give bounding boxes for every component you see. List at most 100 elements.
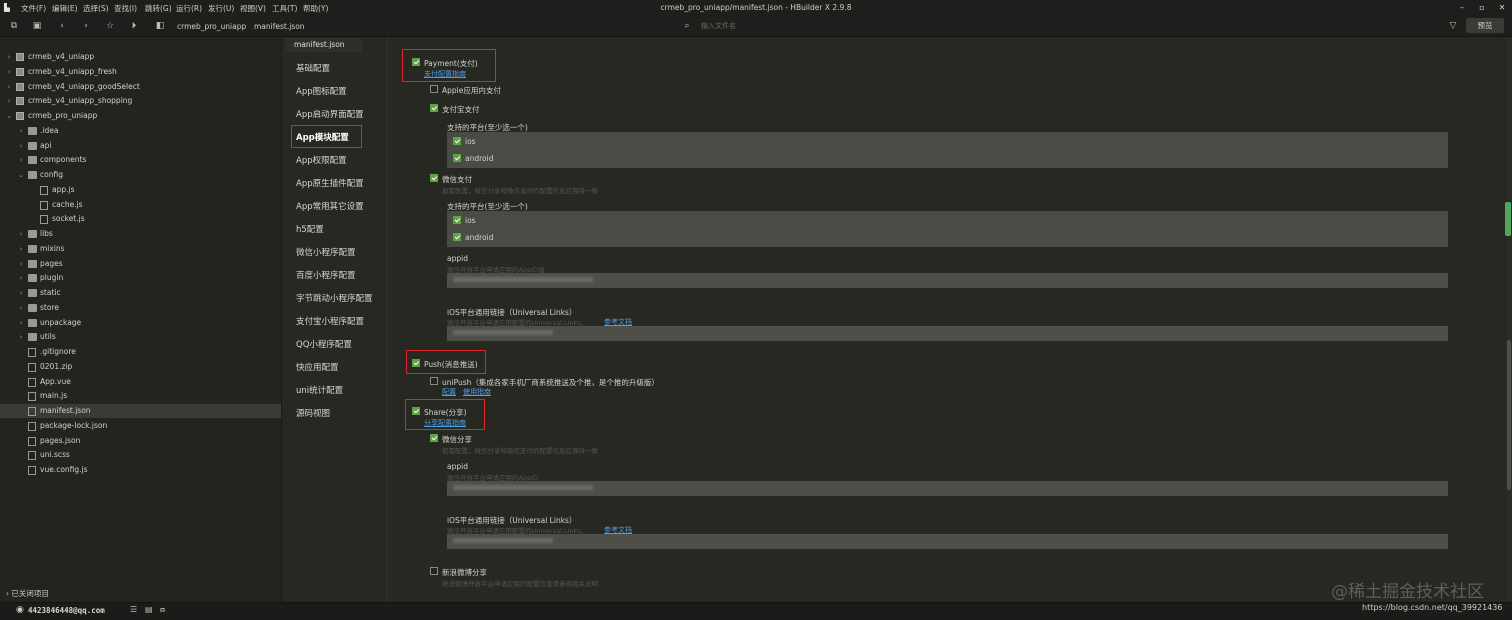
nav-item[interactable]: 微信小程序配置	[296, 246, 356, 258]
list-icon[interactable]: ☰	[130, 605, 137, 614]
closed-projects[interactable]: › 已关闭项目	[6, 588, 49, 599]
tree-item[interactable]: › static	[0, 286, 281, 300]
nav-item[interactable]: App权限配置	[296, 154, 347, 166]
chevron-right-icon[interactable]: ›	[17, 286, 25, 300]
tree-item[interactable]: › mixins	[0, 242, 281, 256]
tree-item[interactable]: › store	[0, 301, 281, 315]
tree-item[interactable]: › crmeb_v4_uniapp	[0, 50, 281, 64]
nav-item[interactable]: 字节跳动小程序配置	[296, 292, 373, 304]
alipay-ios-checkbox[interactable]	[453, 137, 461, 145]
nav-item[interactable]: 源码视图	[296, 407, 330, 419]
tree-item[interactable]: › crmeb_v4_uniapp_goodSelect	[0, 80, 281, 94]
tree-item[interactable]: ⌄ crmeb_pro_uniapp	[0, 109, 281, 123]
tree-item[interactable]: › components	[0, 153, 281, 167]
tree-item[interactable]: vue.config.js	[0, 463, 281, 477]
wechat-share-appid-input[interactable]	[447, 481, 1448, 496]
nav-item[interactable]: 基础配置	[296, 62, 330, 74]
nav-item[interactable]: App常用其它设置	[296, 200, 364, 212]
chevron-right-icon[interactable]: ›	[5, 65, 13, 79]
chevron-right-icon[interactable]: ›	[5, 94, 13, 108]
nav-item[interactable]: QQ小程序配置	[296, 338, 352, 350]
nav-item[interactable]: App图标配置	[296, 85, 347, 97]
apple-pay-checkbox[interactable]	[430, 85, 438, 93]
nav-item[interactable]: h5配置	[296, 223, 324, 235]
tree-item[interactable]: › unpackage	[0, 316, 281, 330]
tree-item[interactable]: › crmeb_v4_uniapp_shopping	[0, 94, 281, 108]
nav-item[interactable]: 支付宝小程序配置	[296, 315, 364, 327]
tree-item[interactable]: › pages	[0, 257, 281, 271]
wechat-share-checkbox[interactable]	[430, 434, 438, 442]
nav-item[interactable]: 快应用配置	[296, 361, 339, 373]
chevron-right-icon[interactable]: ›	[17, 301, 25, 315]
chevron-right-icon[interactable]: ›	[17, 316, 25, 330]
tree-item[interactable]: uni.scss	[0, 448, 281, 462]
chevron-down-icon[interactable]: ⌄	[5, 109, 13, 123]
chevron-right-icon[interactable]: ›	[17, 242, 25, 256]
forward-icon[interactable]: ›	[80, 20, 92, 32]
tree-item[interactable]: cache.js	[0, 198, 281, 212]
file-search-input[interactable]: 输入文件名	[701, 21, 901, 32]
nav-item[interactable]: App启动界面配置	[296, 108, 364, 120]
user-account[interactable]: 4423846448@qq.com	[28, 606, 105, 615]
restore-icon[interactable]: ▫	[1476, 2, 1488, 14]
alipay-checkbox[interactable]	[430, 104, 438, 112]
nav-item[interactable]: 百度小程序配置	[296, 269, 356, 281]
tree-item[interactable]: package-lock.json	[0, 419, 281, 433]
alipay-android-checkbox[interactable]	[453, 154, 461, 162]
chevron-right-icon[interactable]: ›	[17, 153, 25, 167]
chevron-right-icon[interactable]: ›	[5, 80, 13, 94]
editor-scrollbar-thumb[interactable]	[1507, 340, 1511, 490]
tree-item[interactable]: main.js	[0, 389, 281, 403]
chevron-right-icon[interactable]: ›	[5, 50, 13, 64]
chevron-right-icon[interactable]: ›	[17, 257, 25, 271]
chevron-right-icon[interactable]: ›	[17, 330, 25, 344]
tree-item[interactable]: ⌄ config	[0, 168, 281, 182]
tree-item[interactable]: manifest.json	[0, 404, 281, 418]
wechat-pay-ios-checkbox[interactable]	[453, 216, 461, 224]
chevron-right-icon[interactable]: ›	[17, 139, 25, 153]
wechat-pay-android-checkbox[interactable]	[453, 233, 461, 241]
close-icon[interactable]: ✕	[1496, 2, 1508, 14]
chevron-right-icon[interactable]: ›	[17, 227, 25, 241]
unipush-guide-link[interactable]: 使用指南	[463, 387, 491, 397]
tree-item[interactable]: › crmeb_v4_uniapp_fresh	[0, 65, 281, 79]
chevron-right-icon[interactable]: ›	[17, 271, 25, 285]
tab-manifest[interactable]: manifest.json	[286, 38, 362, 52]
breadcrumb-file[interactable]: manifest.json	[254, 22, 305, 31]
wechat-pay-appid-input[interactable]	[447, 273, 1448, 288]
breadcrumb-project[interactable]: crmeb_pro_uniapp	[177, 22, 246, 31]
editor-scrollbar[interactable]	[1506, 37, 1512, 602]
minimize-icon[interactable]: –	[1456, 2, 1468, 14]
wechat-pay-checkbox[interactable]	[430, 174, 438, 182]
chevron-down-icon[interactable]: ⌄	[17, 168, 25, 182]
tree-item[interactable]: pages.json	[0, 434, 281, 448]
tree-item[interactable]: › api	[0, 139, 281, 153]
nav-item[interactable]: App原生插件配置	[296, 177, 364, 189]
preview-button[interactable]: 预览	[1466, 18, 1504, 33]
wechat-share-ulinks-input[interactable]	[447, 534, 1448, 549]
tree-item[interactable]: › .idea	[0, 124, 281, 138]
tree-item[interactable]: 0201.zip	[0, 360, 281, 374]
tree-item[interactable]: App.vue	[0, 375, 281, 389]
run-icon[interactable]: ⏵	[128, 20, 140, 32]
terminal-icon[interactable]: ▤	[145, 605, 153, 614]
new-file-icon[interactable]: ⧉	[8, 20, 20, 32]
unipush-config-link[interactable]: 配置	[442, 387, 456, 397]
filter-icon[interactable]: ▽	[1447, 20, 1459, 32]
tree-item[interactable]: › utils	[0, 330, 281, 344]
weibo-share-checkbox[interactable]	[430, 567, 438, 575]
console-icon[interactable]: ⧈	[160, 605, 165, 615]
tree-item[interactable]: .gitignore	[0, 345, 281, 359]
chevron-right-icon[interactable]: ›	[17, 124, 25, 138]
wechat-pay-ulinks-input[interactable]	[447, 326, 1448, 341]
tree-item[interactable]: socket.js	[0, 212, 281, 226]
nav-item[interactable]: uni统计配置	[296, 384, 343, 396]
tree-item[interactable]: › plugin	[0, 271, 281, 285]
tree-item[interactable]: › libs	[0, 227, 281, 241]
tree-item-label: socket.js	[52, 214, 85, 224]
star-icon[interactable]: ☆	[104, 20, 116, 32]
back-icon[interactable]: ‹	[56, 20, 68, 32]
tree-item[interactable]: app.js	[0, 183, 281, 197]
unipush-checkbox[interactable]	[430, 377, 438, 385]
save-icon[interactable]: ▣	[31, 20, 43, 32]
